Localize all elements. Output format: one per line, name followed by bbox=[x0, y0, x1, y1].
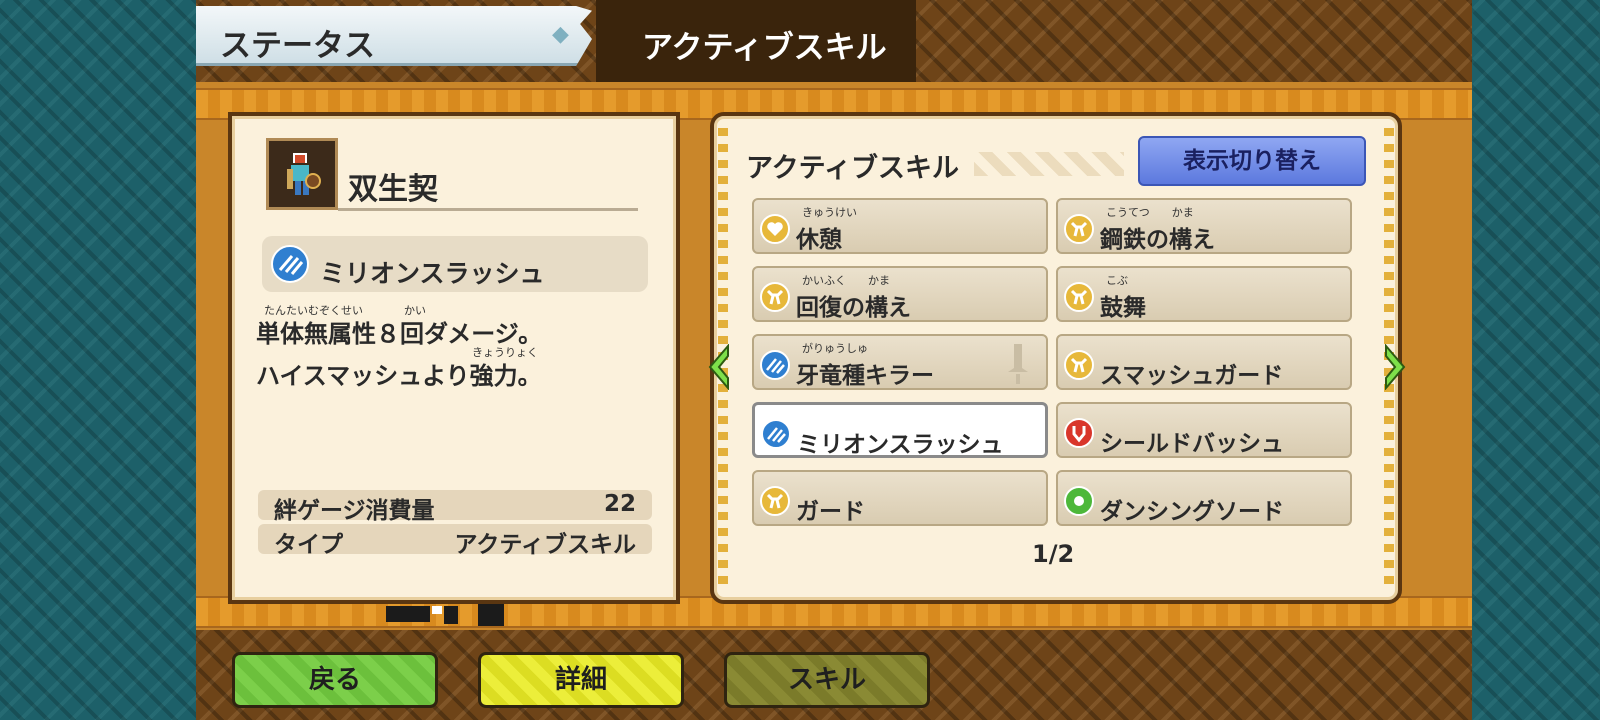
skill-item-label: ガード bbox=[796, 499, 865, 525]
name-underline bbox=[338, 208, 638, 211]
skill-item[interactable]: スマッシュガード bbox=[1056, 334, 1352, 390]
heart-icon bbox=[760, 214, 790, 248]
arrow-left-icon[interactable] bbox=[708, 344, 730, 390]
power-icon bbox=[1064, 214, 1094, 248]
skill-item[interactable]: シールドバッシュ bbox=[1056, 402, 1352, 458]
skill-type-row: タイプ アクティブスキル bbox=[258, 524, 652, 558]
skill-item[interactable]: ダンシングソード bbox=[1056, 470, 1352, 526]
power-icon bbox=[760, 282, 790, 316]
skill-button[interactable]: スキル bbox=[724, 652, 930, 708]
skill-item[interactable]: きゅうけい休憩 bbox=[752, 198, 1048, 254]
slash-skill-icon bbox=[271, 245, 309, 283]
gauge-cost-row: 絆ゲージ消費量 22 bbox=[258, 490, 652, 524]
skill-list-panel: アクティブスキル 表示切り替え きゅうけい 休憩 こうてつ かま 鋼鉄の構え かいふく … bbox=[708, 112, 1406, 604]
selected-skill-name: ミリオンスラッシュ bbox=[320, 259, 545, 288]
selected-skill-header: ミリオンスラッシュ bbox=[262, 236, 648, 292]
skill-item-label: 牙竜種キラー bbox=[796, 363, 934, 389]
back-button[interactable]: 戻る bbox=[232, 652, 438, 708]
display-toggle-button[interactable]: 表示切り替え bbox=[1138, 136, 1366, 186]
character-name: 双生契 bbox=[348, 172, 438, 207]
tab-status[interactable]: ステータス ◆ bbox=[196, 6, 592, 66]
fist-icon bbox=[1064, 418, 1094, 452]
sword-watermark-icon bbox=[1002, 342, 1032, 390]
skill-detail-panel: 双生契 ミリオンスラッシュ たんたいむぞくせい かい 単体無属性８回ダメージ。 … bbox=[228, 112, 680, 604]
spark-icon bbox=[1064, 486, 1094, 520]
skill-type-label: タイプ bbox=[274, 532, 343, 558]
slash-skill-icon bbox=[761, 419, 791, 453]
skill-item-label: 休憩 bbox=[796, 227, 842, 253]
gauge-cost-value: 22 bbox=[603, 491, 636, 517]
character-portrait-icon bbox=[266, 138, 338, 210]
skill-item-ruby: がりゅうしゅ bbox=[802, 342, 868, 355]
gauge-cost-label: 絆ゲージ消費量 bbox=[274, 498, 435, 524]
skill-item-label: 回復の構え bbox=[796, 295, 911, 321]
right-border-decoration bbox=[1472, 0, 1600, 720]
tab-status-label: ステータス bbox=[220, 28, 375, 64]
header-decoration bbox=[974, 152, 1124, 176]
skill-item-label: 鋼鉄の構え bbox=[1100, 227, 1215, 253]
tab-active-skill-label: アクティブスキル bbox=[642, 30, 887, 66]
power-icon bbox=[760, 486, 790, 520]
arrow-right-icon[interactable] bbox=[1384, 344, 1406, 390]
tab-active-skill[interactable]: アクティブスキル bbox=[596, 0, 916, 82]
power-icon bbox=[1064, 350, 1094, 384]
skill-item[interactable]: かいふく かま回復の構え bbox=[752, 266, 1048, 322]
left-border-decoration bbox=[0, 0, 196, 720]
skill-item-label: ダンシングソード bbox=[1100, 499, 1284, 525]
tab-knob-icon: ◆ bbox=[552, 22, 569, 47]
skill-item-ruby: きゅうけい bbox=[802, 206, 857, 219]
detail-button[interactable]: 詳細 bbox=[478, 652, 684, 708]
slash-skill-icon bbox=[760, 350, 790, 384]
skill-item[interactable]: ガード bbox=[752, 470, 1048, 526]
power-icon bbox=[1064, 282, 1094, 316]
skill-item[interactable]: がりゅうしゅ牙竜種キラー bbox=[752, 334, 1048, 390]
skill-item-ruby: こぶ bbox=[1106, 274, 1128, 287]
skill-item[interactable]: ミリオンスラッシュ bbox=[752, 402, 1048, 458]
skill-description-line2: ハイスマッシュより強力。 bbox=[256, 362, 542, 390]
skill-item-label: スマッシュガード bbox=[1100, 363, 1284, 389]
skill-item-label: シールドバッシュ bbox=[1100, 431, 1284, 457]
page-indicator: 1/2 bbox=[1032, 540, 1075, 568]
skill-item-ruby: かいふく かま bbox=[802, 274, 890, 287]
main-frame: ステータス ◆ アクティブスキル 双生契 ミリオンスラッシュ たんたいむぞくせい… bbox=[196, 0, 1472, 720]
skill-type-value: アクティブスキル bbox=[454, 532, 636, 558]
skill-item-label: ミリオンスラッシュ bbox=[797, 432, 1004, 458]
pet-legs-sprite bbox=[386, 602, 504, 626]
skill-item-ruby: こうてつ かま bbox=[1106, 206, 1194, 219]
skill-item[interactable]: こぶ鼓舞 bbox=[1056, 266, 1352, 322]
skill-list-title: アクティブスキル bbox=[746, 153, 960, 184]
skill-item[interactable]: こうてつ かま鋼鉄の構え bbox=[1056, 198, 1352, 254]
skill-item-label: 鼓舞 bbox=[1100, 295, 1146, 321]
